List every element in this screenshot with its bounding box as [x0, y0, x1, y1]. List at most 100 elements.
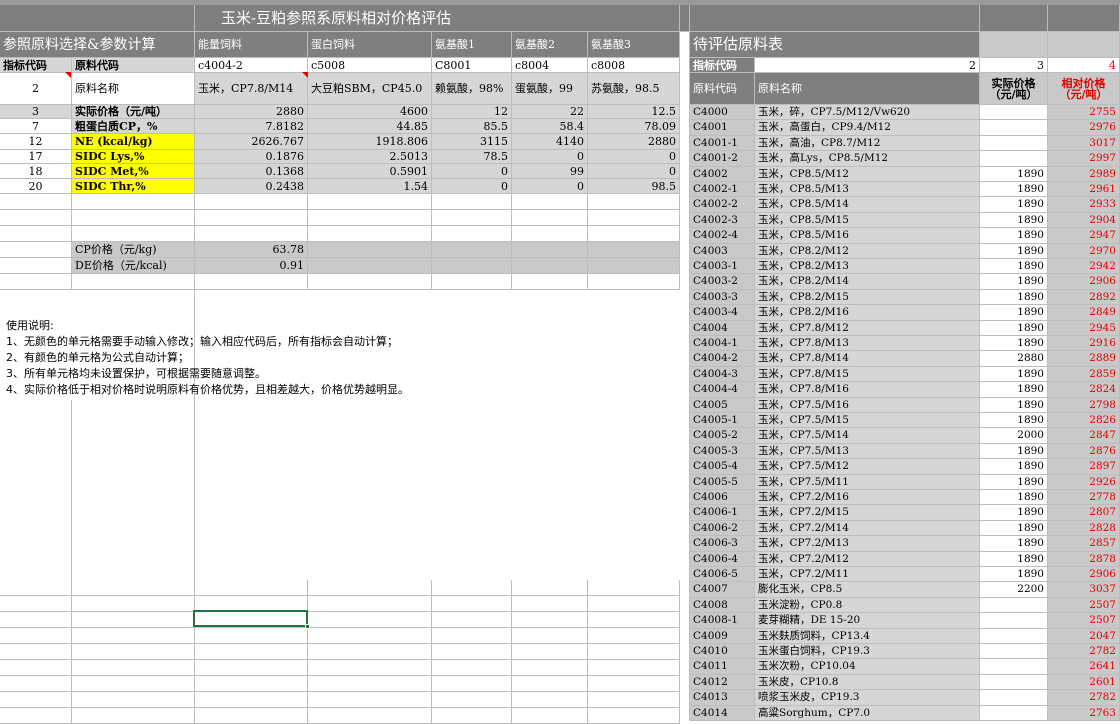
empty-cell[interactable] — [588, 628, 680, 644]
actual-price-input[interactable] — [980, 659, 1048, 675]
ref-price-1[interactable]: 4600 — [308, 105, 432, 119]
actual-price-input[interactable]: 1890 — [980, 567, 1048, 583]
empty-cell[interactable] — [308, 194, 432, 210]
empty-cell[interactable] — [512, 194, 588, 210]
empty-cell[interactable] — [588, 660, 680, 676]
empty-cell[interactable] — [588, 596, 680, 612]
empty-cell[interactable] — [72, 210, 195, 226]
empty-cell[interactable] — [72, 628, 195, 644]
empty-cell[interactable] — [432, 596, 512, 612]
empty-cell[interactable] — [308, 660, 432, 676]
empty-cell[interactable] — [588, 676, 680, 692]
empty-cell[interactable] — [0, 242, 72, 258]
actual-price-input[interactable]: 1890 — [980, 182, 1048, 198]
empty-cell[interactable] — [512, 708, 588, 724]
empty-cell[interactable] — [308, 676, 432, 692]
actual-price-input[interactable] — [980, 135, 1048, 152]
ref-code-input-3[interactable]: c8004 — [512, 58, 588, 73]
actual-price-input[interactable]: 1890 — [980, 443, 1048, 460]
empty-cell[interactable] — [512, 612, 588, 628]
empty-cell[interactable] — [72, 612, 195, 628]
empty-cell[interactable] — [432, 644, 512, 660]
actual-price-input[interactable]: 1890 — [980, 274, 1048, 290]
selected-cell[interactable] — [193, 610, 310, 629]
empty-cell[interactable] — [588, 708, 680, 724]
empty-cell[interactable] — [432, 676, 512, 692]
empty-cell[interactable] — [308, 612, 432, 628]
empty-cell[interactable] — [72, 274, 195, 290]
actual-price-input[interactable]: 1890 — [980, 166, 1048, 182]
actual-price-input[interactable]: 1890 — [980, 243, 1048, 259]
actual-price-input[interactable] — [980, 705, 1048, 721]
empty-cell[interactable] — [195, 708, 308, 724]
actual-price-input[interactable]: 1890 — [980, 413, 1048, 429]
actual-price-input[interactable] — [980, 628, 1048, 644]
actual-price-input[interactable]: 2880 — [980, 351, 1048, 367]
empty-cell[interactable] — [0, 210, 72, 226]
empty-cell[interactable] — [308, 274, 432, 290]
empty-cell[interactable] — [512, 210, 588, 226]
ref-code-input-1[interactable]: c5008 — [308, 58, 432, 73]
empty-cell[interactable] — [72, 644, 195, 660]
empty-cell[interactable] — [588, 644, 680, 660]
empty-cell[interactable] — [195, 274, 308, 290]
empty-cell[interactable] — [72, 660, 195, 676]
actual-price-input[interactable]: 1890 — [980, 474, 1048, 490]
actual-price-input[interactable]: 2000 — [980, 428, 1048, 444]
empty-cell[interactable] — [512, 226, 588, 242]
empty-cell[interactable] — [588, 210, 680, 226]
empty-cell[interactable] — [432, 580, 512, 596]
empty-cell[interactable] — [0, 580, 72, 596]
ref-price-3[interactable]: 22 — [512, 105, 588, 119]
empty-cell[interactable] — [432, 210, 512, 226]
empty-cell[interactable] — [588, 274, 680, 290]
empty-cell[interactable] — [0, 660, 72, 676]
empty-cell[interactable] — [0, 194, 72, 210]
empty-cell[interactable] — [512, 628, 588, 644]
actual-price-input[interactable]: 1890 — [980, 551, 1048, 567]
empty-cell[interactable] — [588, 194, 680, 210]
empty-cell[interactable] — [72, 708, 195, 724]
ref-code-input-0[interactable]: c4004-2 — [195, 58, 308, 73]
actual-price-input[interactable] — [980, 674, 1048, 691]
empty-cell[interactable] — [0, 692, 72, 708]
actual-price-input[interactable]: 1890 — [980, 520, 1048, 537]
empty-cell[interactable] — [432, 692, 512, 708]
actual-price-input[interactable]: 1890 — [980, 459, 1048, 475]
actual-price-input[interactable] — [980, 120, 1048, 136]
empty-cell[interactable] — [72, 692, 195, 708]
empty-cell[interactable] — [432, 226, 512, 242]
empty-cell[interactable] — [512, 676, 588, 692]
empty-cell[interactable] — [432, 194, 512, 210]
empty-cell[interactable] — [512, 644, 588, 660]
empty-cell[interactable] — [588, 226, 680, 242]
empty-cell[interactable] — [195, 580, 308, 596]
empty-cell[interactable] — [512, 274, 588, 290]
empty-cell[interactable] — [0, 226, 72, 242]
empty-cell[interactable] — [512, 596, 588, 612]
empty-cell[interactable] — [72, 676, 195, 692]
empty-cell[interactable] — [432, 612, 512, 628]
actual-price-input[interactable]: 1890 — [980, 397, 1048, 413]
empty-cell[interactable] — [195, 676, 308, 692]
empty-cell[interactable] — [308, 226, 432, 242]
actual-price-input[interactable] — [980, 613, 1048, 629]
actual-price-input[interactable]: 1890 — [980, 336, 1048, 352]
actual-price-input[interactable]: 1890 — [980, 536, 1048, 552]
actual-price-input[interactable] — [980, 105, 1048, 121]
ref-price-0[interactable]: 2880 — [195, 105, 308, 119]
actual-price-input[interactable]: 1890 — [980, 320, 1048, 336]
actual-price-input[interactable] — [980, 151, 1048, 167]
empty-cell[interactable] — [195, 660, 308, 676]
fill-handle-icon[interactable] — [305, 624, 310, 629]
empty-cell[interactable] — [72, 194, 195, 210]
empty-cell[interactable] — [195, 194, 308, 210]
empty-cell[interactable] — [308, 580, 432, 596]
empty-cell[interactable] — [308, 692, 432, 708]
empty-cell[interactable] — [512, 660, 588, 676]
empty-cell[interactable] — [432, 660, 512, 676]
actual-price-input[interactable]: 1890 — [980, 259, 1048, 275]
empty-cell[interactable] — [308, 210, 432, 226]
actual-price-input[interactable] — [980, 597, 1048, 614]
ref-price-4[interactable]: 12.5 — [588, 105, 680, 119]
